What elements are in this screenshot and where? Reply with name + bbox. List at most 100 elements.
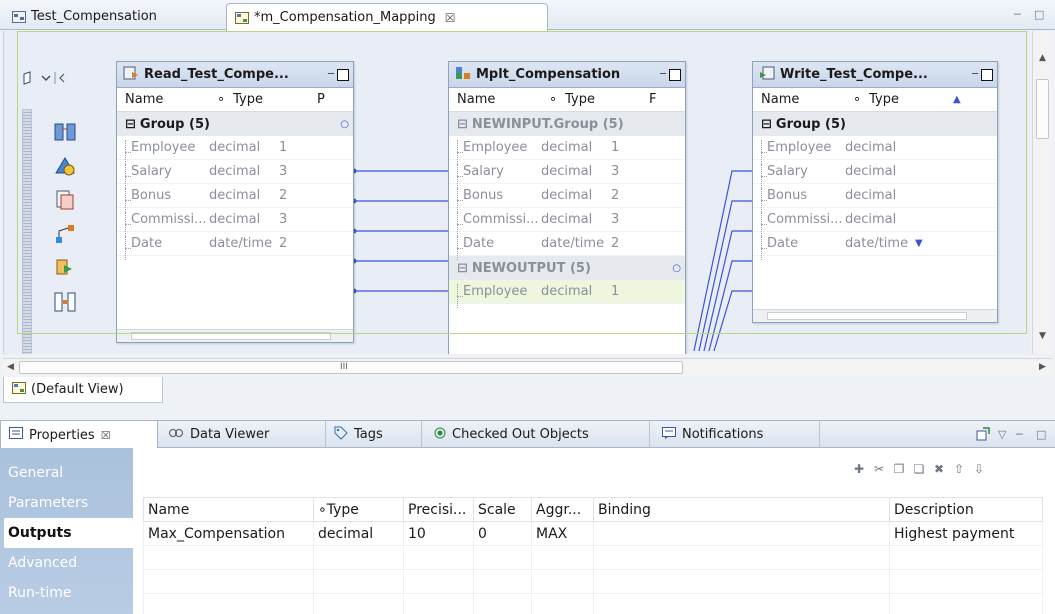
group-row[interactable]: ⊟ Group (5) ○: [117, 112, 353, 136]
minimize-box-icon[interactable]: ─: [328, 69, 334, 80]
write-hscroll[interactable]: [753, 309, 997, 322]
scroll-up-arrow-icon[interactable]: ▲: [1039, 53, 1046, 63]
port-row[interactable]: Employee decimal 1: [449, 136, 685, 164]
paste-icon[interactable]: ❏: [912, 462, 926, 476]
cell-aggregation[interactable]: MAX: [531, 521, 594, 546]
output-group-row[interactable]: ⊟ NEWOUTPUT (5) ○: [449, 256, 685, 280]
canvas-vertical-scrollbar[interactable]: ▲ ▼: [1032, 31, 1052, 354]
table-row[interactable]: [143, 593, 1043, 614]
port-row[interactable]: Commissi... decimal: [753, 208, 997, 236]
minimize-icon[interactable]: ─: [1016, 428, 1023, 441]
move-down-icon[interactable]: ⇩: [972, 462, 986, 476]
aggregator-icon[interactable]: [54, 291, 76, 313]
table-row[interactable]: [143, 569, 1043, 594]
minimize-box-icon[interactable]: ─: [660, 69, 666, 80]
maximize-box-icon[interactable]: [337, 68, 349, 81]
port-row[interactable]: Date date/time ▼: [753, 232, 997, 260]
tab-checked-out-objects[interactable]: Checked Out Objects: [426, 421, 650, 448]
vscroll-thumb[interactable]: [1036, 79, 1049, 139]
port-row[interactable]: Commissi... decimal 3: [117, 208, 353, 236]
cell-type[interactable]: decimal: [313, 521, 404, 546]
port-row[interactable]: Date date/time 2: [117, 232, 353, 260]
port-row[interactable]: Bonus decimal 2: [449, 184, 685, 212]
header-type[interactable]: ∘Type: [313, 497, 404, 522]
header-description[interactable]: Description: [889, 497, 1043, 522]
mapplet-transformation[interactable]: Mplt_Compensation ─ Name ∘ Type F ⊟ NEWIN…: [448, 61, 686, 354]
scroll-right-arrow-icon[interactable]: ▶: [1039, 362, 1046, 372]
maximize-icon[interactable]: □: [1034, 8, 1044, 21]
minimize-icon[interactable]: ─: [1014, 8, 1021, 21]
port-row[interactable]: Employee decimal 1: [117, 136, 353, 164]
delete-icon[interactable]: ✖: [932, 462, 946, 476]
header-binding[interactable]: Binding: [593, 497, 890, 522]
pin-icon[interactable]: [976, 427, 990, 444]
port-row[interactable]: Employee decimal 1: [449, 280, 685, 308]
router-icon[interactable]: [54, 121, 76, 143]
header-name[interactable]: Name: [143, 497, 314, 522]
hscroll-thumb[interactable]: III: [19, 361, 683, 374]
side-nav-parameters[interactable]: Parameters: [0, 488, 133, 518]
canvas-horizontal-scrollbar[interactable]: ◀ III ▶: [3, 358, 1052, 376]
port-row[interactable]: Bonus decimal: [753, 184, 997, 212]
cell-description[interactable]: Highest payment: [889, 521, 1043, 546]
cell-precision[interactable]: 10: [403, 521, 474, 546]
scroll-down-arrow-icon[interactable]: ▼: [1039, 331, 1046, 341]
joiner-icon[interactable]: [54, 223, 76, 245]
port-row[interactable]: Date date/time 2: [449, 232, 685, 260]
collapse-icon[interactable]: ⊟: [457, 117, 468, 132]
default-view-tab[interactable]: (Default View): [3, 377, 163, 403]
close-tab-icon[interactable]: ☒: [101, 429, 111, 442]
write-header[interactable]: Write_Test_Compe... ─: [753, 62, 997, 88]
scroll-down-icon[interactable]: ▼: [915, 238, 923, 249]
new-icon[interactable]: ✚: [852, 462, 866, 476]
tab-data-viewer[interactable]: Data Viewer: [160, 421, 326, 448]
read-transformation-header[interactable]: Read_Test_Compe... ─: [117, 62, 353, 88]
table-row[interactable]: Max_Compensation decimal 10 0 MAX Highes…: [143, 521, 1043, 546]
collapse-icon[interactable]: ⊟: [125, 117, 136, 132]
sorter-icon[interactable]: [54, 257, 76, 279]
lookup-icon[interactable]: [54, 155, 76, 177]
write-transformation[interactable]: Write_Test_Compe... ─ Name ∘ Type ▲ ⊟ Gro…: [752, 61, 998, 323]
side-nav-run-time[interactable]: Run-time: [0, 578, 133, 608]
tab-notifications[interactable]: Notifications: [654, 421, 820, 448]
group-row[interactable]: ⊟ Group (5): [753, 112, 997, 136]
tab-tags[interactable]: Tags: [326, 421, 422, 448]
port-row[interactable]: Commissi... decimal 3: [449, 208, 685, 236]
header-scale[interactable]: Scale: [473, 497, 532, 522]
collapse-icon[interactable]: ⊟: [761, 117, 772, 132]
tab-properties[interactable]: Properties ☒: [0, 421, 158, 449]
palette-slider[interactable]: [22, 109, 32, 354]
scroll-up-icon[interactable]: ▲: [945, 94, 961, 105]
copy-icon[interactable]: ❐: [892, 462, 906, 476]
maximize-box-icon[interactable]: [981, 68, 993, 81]
port-row[interactable]: Salary decimal: [753, 160, 997, 188]
palette-controls[interactable]: [22, 71, 70, 88]
header-aggregation[interactable]: Aggr...: [531, 497, 594, 522]
move-up-icon[interactable]: ⇧: [952, 462, 966, 476]
port-row[interactable]: Salary decimal 3: [117, 160, 353, 188]
cell-scale[interactable]: 0: [473, 521, 532, 546]
side-nav-general[interactable]: General: [0, 458, 133, 488]
port-row[interactable]: Salary decimal 3: [449, 160, 685, 188]
table-row[interactable]: [143, 545, 1043, 570]
side-nav-outputs[interactable]: Outputs: [4, 518, 133, 548]
maximize-box-icon[interactable]: [669, 68, 681, 81]
maximize-icon[interactable]: □: [1036, 428, 1046, 441]
minimize-box-icon[interactable]: ─: [972, 69, 978, 80]
cell-binding[interactable]: [593, 521, 890, 546]
cut-icon[interactable]: ✂: [872, 462, 886, 476]
read-hscroll[interactable]: [117, 329, 353, 342]
mapplet-header[interactable]: Mplt_Compensation ─: [449, 62, 685, 88]
cell-name[interactable]: Max_Compensation: [143, 521, 314, 546]
expression-icon[interactable]: [54, 189, 76, 211]
input-group-row[interactable]: ⊟ NEWINPUT.Group (5): [449, 112, 685, 136]
tab-test-compensation[interactable]: Test_Compensation: [4, 3, 216, 30]
port-row[interactable]: Employee decimal: [753, 136, 997, 164]
header-precision[interactable]: Precisi...: [403, 497, 474, 522]
mapping-canvas[interactable]: Read_Test_Compe... ─ Name ∘ Type P ⊟ Grou…: [3, 31, 1031, 354]
read-transformation[interactable]: Read_Test_Compe... ─ Name ∘ Type P ⊟ Grou…: [116, 61, 354, 343]
close-tab-icon[interactable]: ☒: [445, 11, 456, 25]
view-menu-icon[interactable]: ▽: [998, 428, 1006, 441]
tab-m-compensation-mapping[interactable]: *m_Compensation_Mapping ☒: [226, 3, 548, 31]
side-nav-advanced[interactable]: Advanced: [0, 548, 133, 578]
